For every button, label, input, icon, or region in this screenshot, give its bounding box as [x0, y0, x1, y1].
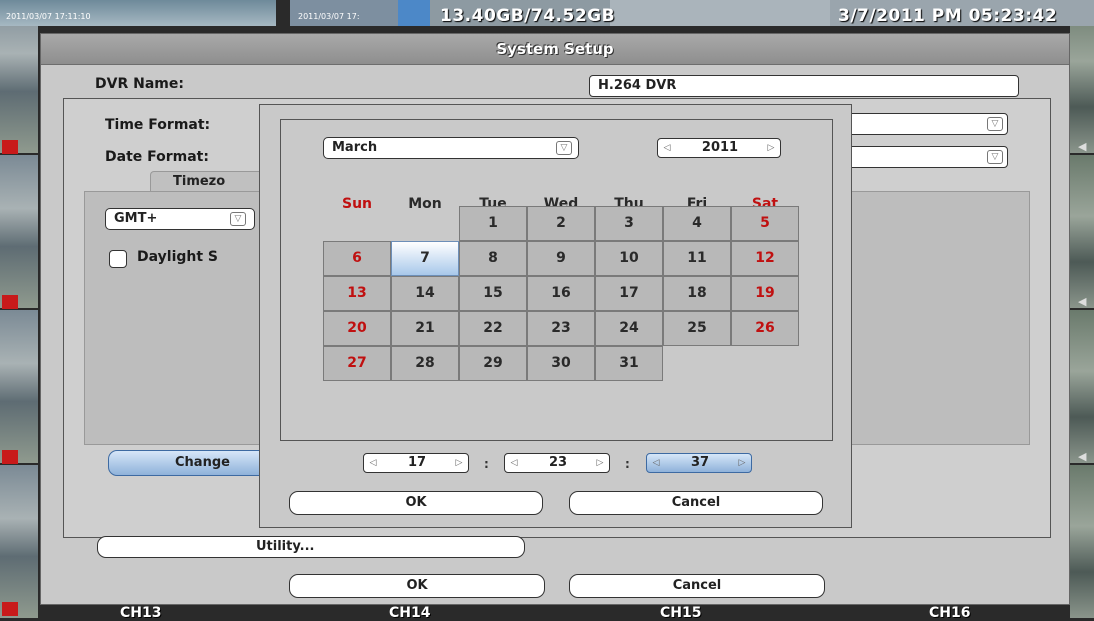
speaker-icon: ◀: [1078, 450, 1087, 463]
calendar-day[interactable]: 15: [459, 276, 527, 311]
time-separator: :: [625, 457, 630, 471]
system-clock: 3/7/2011 PM 05:23:42: [838, 6, 1058, 26]
utility-button[interactable]: Utility...: [97, 536, 525, 558]
time-format-label: Time Format:: [105, 117, 211, 133]
status-bar: 2011/03/07 17:11:10 2011/03/07 17: 13.40…: [0, 0, 1094, 30]
triangle-right-icon[interactable]: ▷: [595, 456, 605, 470]
calendar-day[interactable]: 18: [663, 276, 731, 311]
camera-tile: [0, 310, 38, 463]
calendar-day[interactable]: 10: [595, 241, 663, 276]
camera-tile: [1070, 465, 1094, 618]
triangle-right-icon[interactable]: ▷: [766, 141, 776, 155]
month-value: March: [332, 140, 378, 155]
calendar-day[interactable]: 17: [595, 276, 663, 311]
channel-label: CH14: [389, 605, 431, 621]
daylight-saving-checkbox[interactable]: [109, 250, 127, 268]
triangle-left-icon[interactable]: ◁: [651, 456, 661, 470]
calendar-day[interactable]: 29: [459, 346, 527, 381]
calendar-day[interactable]: 16: [527, 276, 595, 311]
triangle-left-icon[interactable]: ◁: [662, 141, 672, 155]
calendar-day[interactable]: 22: [459, 311, 527, 346]
datepicker-cancel-button[interactable]: Cancel: [569, 491, 823, 515]
month-select[interactable]: March ▽: [323, 137, 579, 159]
calendar-day[interactable]: 1: [459, 206, 527, 241]
camera-tile: [0, 155, 38, 308]
chevron-down-icon: ▽: [987, 117, 1003, 131]
calendar-day[interactable]: 28: [391, 346, 459, 381]
calendar-day[interactable]: 8: [459, 241, 527, 276]
year-value: 2011: [701, 140, 739, 155]
gmt-offset-value: GMT+: [114, 211, 158, 226]
dvr-name-label: DVR Name:: [95, 76, 184, 92]
calendar-day[interactable]: 30: [527, 346, 595, 381]
triangle-right-icon[interactable]: ▷: [454, 456, 464, 470]
daylight-saving-label: Daylight S: [137, 249, 218, 265]
calendar-panel: March ▽ ◁ 2011 ▷ Sun Mon Tue Wed Thu Fri Sat 1…: [280, 119, 833, 441]
dvr-name-field[interactable]: H.264 DVR: [589, 75, 1019, 97]
camera-timestamp: 2011/03/07 17:: [298, 12, 360, 21]
disk-usage: 13.40GB/74.52GB: [440, 6, 616, 26]
calendar-day[interactable]: 25: [663, 311, 731, 346]
channel-label: CH16: [929, 605, 971, 621]
weekday-label: Sun: [341, 196, 373, 212]
camera-tile: [1070, 310, 1094, 463]
calendar-day[interactable]: 27: [323, 346, 391, 381]
date-picker-dialog: March ▽ ◁ 2011 ▷ Sun Mon Tue Wed Thu Fri Sat 1…: [259, 104, 852, 528]
calendar-day[interactable]: 13: [323, 276, 391, 311]
window-title: System Setup: [41, 34, 1069, 65]
triangle-left-icon[interactable]: ◁: [368, 456, 378, 470]
calendar-day[interactable]: 12: [731, 241, 799, 276]
film-icon: [2, 450, 18, 464]
calendar-day[interactable]: 24: [595, 311, 663, 346]
film-icon: [2, 140, 18, 154]
calendar-day[interactable]: 20: [323, 311, 391, 346]
calendar-day[interactable]: 21: [391, 311, 459, 346]
calendar-day[interactable]: 11: [663, 241, 731, 276]
calendar-day[interactable]: 19: [731, 276, 799, 311]
calendar-day[interactable]: 26: [731, 311, 799, 346]
hour-value: 17: [407, 455, 427, 470]
second-spinner[interactable]: ◁ 37 ▷: [646, 453, 752, 473]
calendar-day[interactable]: 23: [527, 311, 595, 346]
date-format-label: Date Format:: [105, 149, 209, 165]
channel-label: CH13: [120, 605, 162, 621]
channel-label: CH15: [660, 605, 702, 621]
camera-tile: [0, 465, 38, 618]
calendar-day-selected[interactable]: 7: [391, 241, 459, 276]
camera-timestamp: 2011/03/07 17:11:10: [6, 12, 91, 21]
chevron-down-icon: ▽: [987, 150, 1003, 164]
datepicker-ok-button[interactable]: OK: [289, 491, 543, 515]
speaker-icon: ◀: [1078, 295, 1087, 308]
weekday-label: Mon: [408, 196, 442, 212]
triangle-right-icon[interactable]: ▷: [737, 456, 747, 470]
hour-spinner[interactable]: ◁ 17 ▷: [363, 453, 469, 473]
time-separator: :: [484, 457, 489, 471]
calendar-day[interactable]: 14: [391, 276, 459, 311]
tab-timezone[interactable]: Timezo: [150, 171, 270, 193]
calendar-day[interactable]: 5: [731, 206, 799, 241]
camera-tile: [1070, 155, 1094, 308]
film-icon: [2, 295, 18, 309]
minute-value: 23: [548, 455, 568, 470]
calendar-day[interactable]: 4: [663, 206, 731, 241]
calendar-day[interactable]: 2: [527, 206, 595, 241]
chevron-down-icon: ▽: [230, 212, 246, 226]
film-icon: [2, 602, 18, 616]
speaker-icon: ◀: [1078, 140, 1087, 153]
cancel-button[interactable]: Cancel: [569, 574, 825, 598]
minute-spinner[interactable]: ◁ 23 ▷: [504, 453, 610, 473]
calendar-day[interactable]: 31: [595, 346, 663, 381]
calendar-day[interactable]: 3: [595, 206, 663, 241]
year-spinner[interactable]: ◁ 2011 ▷: [657, 138, 781, 158]
calendar-day[interactable]: 9: [527, 241, 595, 276]
second-value: 37: [690, 455, 710, 470]
chevron-down-icon: ▽: [556, 141, 572, 155]
triangle-left-icon[interactable]: ◁: [509, 456, 519, 470]
gmt-offset-select[interactable]: GMT+ ▽: [105, 208, 255, 230]
calendar-day[interactable]: 6: [323, 241, 391, 276]
ok-button[interactable]: OK: [289, 574, 545, 598]
